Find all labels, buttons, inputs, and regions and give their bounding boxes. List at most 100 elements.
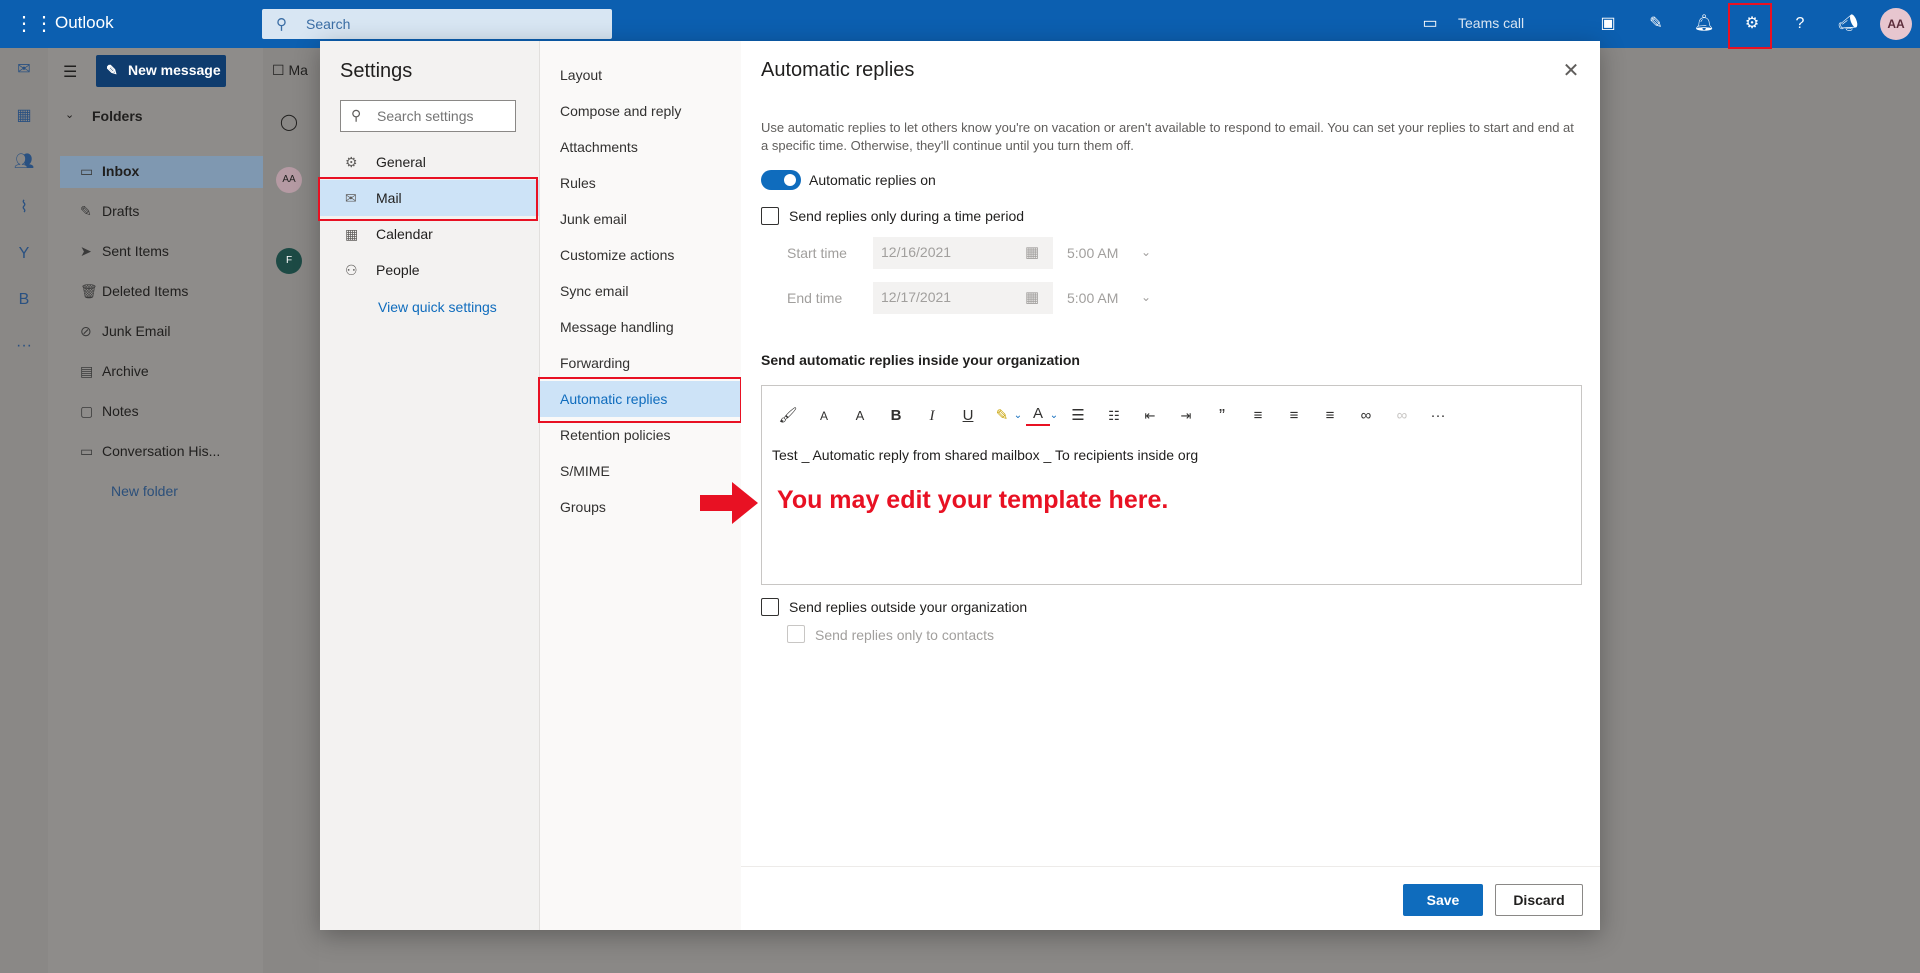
app-brand[interactable]: Outlook: [55, 13, 114, 33]
app-rail: ✉ ▦ 👥︎ ⌇ Y B ···: [0, 48, 49, 973]
tab-mail-partial[interactable]: ☐ Ma: [272, 62, 308, 79]
video-call-icon[interactable]: ▭: [1418, 12, 1442, 36]
start-date-picker[interactable]: 12/16/2021 ▦: [873, 237, 1053, 269]
office-icon[interactable]: ▣: [1596, 12, 1620, 36]
pane-title: Automatic replies: [761, 59, 915, 81]
font-size-icon[interactable]: A: [848, 404, 872, 428]
increase-indent-icon[interactable]: ⇥: [1174, 404, 1198, 428]
editor-body-text[interactable]: Test _ Automatic reply from shared mailb…: [772, 447, 1198, 463]
template-annotation: You may edit your template here.: [777, 486, 1169, 514]
underline-icon[interactable]: U: [956, 404, 980, 428]
footer-divider: [741, 866, 1600, 867]
time-period-checkbox[interactable]: [761, 207, 779, 225]
new-folder-link[interactable]: New folder: [111, 483, 178, 505]
subcat-attachments[interactable]: Attachments: [540, 129, 742, 165]
format-painter-icon[interactable]: 🖌︎: [776, 404, 800, 428]
chevron-down-icon[interactable]: ⌄: [1141, 245, 1151, 259]
megaphone-icon[interactable]: 📣︎: [1836, 12, 1860, 36]
search-icon: ⚲: [276, 16, 287, 33]
more-apps-icon[interactable]: ···: [12, 334, 36, 358]
app-launcher-icon[interactable]: ⋮⋮: [14, 14, 54, 34]
save-button[interactable]: Save: [1403, 884, 1483, 916]
decrease-indent-icon[interactable]: ⇤: [1138, 404, 1162, 428]
send-icon: ➤: [80, 243, 92, 259]
end-time-value[interactable]: 5:00 AM: [1067, 290, 1118, 306]
help-icon[interactable]: ?: [1788, 12, 1812, 36]
settings-highlight-box: [1728, 3, 1772, 49]
people-icon[interactable]: 👥︎: [12, 150, 36, 174]
folders-heading[interactable]: Folders: [92, 108, 143, 124]
outside-org-label: Send replies outside your organization: [789, 599, 1028, 615]
view-quick-settings-link[interactable]: View quick settings: [378, 299, 497, 315]
end-time-label: End time: [787, 290, 843, 306]
folder-archive[interactable]: ▤ Archive: [80, 363, 149, 385]
outside-org-checkbox[interactable]: [761, 598, 779, 616]
yammer-icon[interactable]: Y: [12, 242, 36, 266]
subcat-junk-email[interactable]: Junk email: [540, 201, 742, 237]
gear-icon: ⚙: [345, 154, 358, 170]
font-icon[interactable]: A: [812, 404, 836, 428]
category-people[interactable]: ⚇ People: [320, 252, 539, 288]
more-options-icon[interactable]: ···: [1426, 404, 1450, 428]
link-icon[interactable]: ∞: [1354, 404, 1378, 428]
settings-categories: Settings ⚲ ⚙ General ✉ Mail ▦ Calendar ⚇…: [318, 41, 539, 930]
chevron-down-icon[interactable]: ⌄: [65, 108, 74, 121]
attachment-icon[interactable]: ⌇: [12, 196, 36, 220]
archive-icon: ▤: [80, 363, 94, 379]
discard-button[interactable]: Discard: [1495, 884, 1583, 916]
compose-icon: ✎: [106, 62, 118, 78]
bullets-icon[interactable]: ☰: [1066, 404, 1090, 428]
avatar[interactable]: AA: [1880, 8, 1912, 40]
pencil-icon: ✎: [80, 203, 92, 219]
folder-notes[interactable]: ▢ Notes: [80, 403, 139, 425]
calendar-icon[interactable]: ▦: [12, 104, 36, 128]
align-right-icon[interactable]: ≡: [1318, 404, 1342, 428]
unlink-icon: ∞: [1396, 407, 1408, 424]
category-label: Calendar: [376, 226, 433, 242]
select-all-icon[interactable]: ◯: [280, 112, 298, 132]
toggle-knob: [784, 174, 796, 186]
align-left-icon[interactable]: ≡: [1246, 404, 1270, 428]
bell-icon[interactable]: 🔔︎: [1692, 12, 1716, 36]
category-general[interactable]: ⚙ General: [320, 144, 539, 180]
subcat-customize-actions[interactable]: Customize actions: [540, 237, 742, 273]
folder-sent[interactable]: ➤ Sent Items: [80, 243, 169, 265]
subcat-message-handling[interactable]: Message handling: [540, 309, 742, 345]
subcat-sync-email[interactable]: Sync email: [540, 273, 742, 309]
subcat-rules[interactable]: Rules: [540, 165, 742, 201]
align-center-icon[interactable]: ≡: [1282, 404, 1306, 428]
automatic-replies-toggle[interactable]: [761, 170, 801, 190]
start-time-label: Start time: [787, 245, 847, 261]
folder-conversation-history[interactable]: ▭ Conversation His...: [80, 443, 220, 465]
bold-icon[interactable]: B: [884, 404, 908, 428]
folder-deleted[interactable]: 🗑︎ Deleted Items: [80, 283, 188, 305]
folder-inbox[interactable]: ▭ Inbox: [80, 163, 139, 185]
close-icon[interactable]: ✕: [1559, 59, 1583, 83]
numbering-icon[interactable]: ☷: [1102, 404, 1126, 428]
teams-call-button[interactable]: Teams call: [1458, 15, 1524, 31]
quote-icon[interactable]: ”: [1210, 404, 1234, 428]
time-period-label: Send replies only during a time period: [789, 208, 1025, 224]
hamburger-icon[interactable]: ☰: [63, 62, 77, 82]
mail-icon[interactable]: ✉: [12, 58, 36, 82]
folder-junk[interactable]: ⊘ Junk Email: [80, 323, 170, 345]
subcat-compose-reply[interactable]: Compose and reply: [540, 93, 742, 129]
subcat-forwarding[interactable]: Forwarding: [540, 345, 742, 381]
todo-icon[interactable]: ✎: [1644, 12, 1668, 36]
search-settings-input[interactable]: [375, 107, 509, 125]
category-label: General: [376, 154, 426, 170]
start-time-value[interactable]: 5:00 AM: [1067, 245, 1118, 261]
message-editor[interactable]: 🖌︎ A A B I U ✎ ⌄ A ⌄ ☰ ☷ ⇤ ⇥ ” ≡ ≡ ≡ ∞ ∞…: [761, 385, 1582, 585]
end-date-picker[interactable]: 12/17/2021 ▦: [873, 282, 1053, 314]
folder-drafts[interactable]: ✎ Drafts: [80, 203, 139, 225]
bookings-icon[interactable]: B: [12, 288, 36, 312]
chevron-down-icon[interactable]: ⌄: [1141, 290, 1151, 304]
italic-icon[interactable]: I: [920, 404, 944, 428]
subcat-layout[interactable]: Layout: [540, 57, 742, 93]
chevron-down-icon[interactable]: ⌄: [1042, 404, 1066, 428]
search-settings-field[interactable]: ⚲: [340, 100, 516, 132]
search-box[interactable]: ⚲ Search: [262, 9, 612, 39]
category-calendar[interactable]: ▦ Calendar: [320, 216, 539, 252]
automatic-replies-pane: Automatic replies ✕ Use automatic replie…: [741, 41, 1600, 930]
new-message-button[interactable]: ✎ New message: [96, 55, 226, 87]
